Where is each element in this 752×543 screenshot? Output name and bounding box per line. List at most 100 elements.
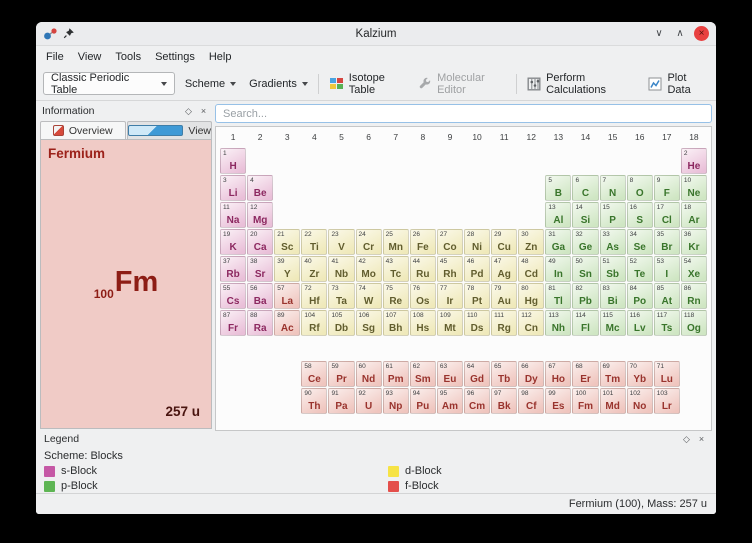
element-tile-Rf[interactable]: 104Rf [301, 310, 327, 336]
element-tile-Bk[interactable]: 97Bk [491, 388, 517, 414]
title-bar[interactable]: Kalzium ∨ ∧ × [36, 22, 716, 46]
element-tile-V[interactable]: 23V [328, 229, 354, 255]
element-tile-Ag[interactable]: 47Ag [491, 256, 517, 282]
dock-float-icon[interactable]: ◇ [182, 105, 195, 118]
element-tile-Zr[interactable]: 40Zr [301, 256, 327, 282]
element-tile-Nb[interactable]: 41Nb [328, 256, 354, 282]
element-tile-Mc[interactable]: 115Mc [600, 310, 626, 336]
element-tile-Pd[interactable]: 46Pd [464, 256, 490, 282]
element-tile-Rn[interactable]: 86Rn [681, 283, 707, 309]
element-tile-Be[interactable]: 4Be [247, 175, 273, 201]
element-tile-Hg[interactable]: 80Hg [518, 283, 544, 309]
element-tile-Hs[interactable]: 108Hs [410, 310, 436, 336]
element-tile-Md[interactable]: 101Md [600, 388, 626, 414]
search-input[interactable] [215, 104, 712, 123]
element-tile-Nh[interactable]: 113Nh [545, 310, 571, 336]
element-tile-In[interactable]: 49In [545, 256, 571, 282]
element-tile-Sm[interactable]: 62Sm [410, 361, 436, 387]
element-tile-Os[interactable]: 76Os [410, 283, 436, 309]
element-tile-N[interactable]: 7N [600, 175, 626, 201]
legend-close-icon[interactable]: × [695, 433, 708, 446]
element-tile-Hf[interactable]: 72Hf [301, 283, 327, 309]
element-tile-Al[interactable]: 13Al [545, 202, 571, 228]
element-tile-Pa[interactable]: 91Pa [328, 388, 354, 414]
element-tile-Ts[interactable]: 117Ts [654, 310, 680, 336]
element-tile-I[interactable]: 53I [654, 256, 680, 282]
element-tile-Mg[interactable]: 12Mg [247, 202, 273, 228]
element-tile-Ru[interactable]: 44Ru [410, 256, 436, 282]
element-tile-K[interactable]: 19K [220, 229, 246, 255]
element-tile-Pu[interactable]: 94Pu [410, 388, 436, 414]
element-tile-Ca[interactable]: 20Ca [247, 229, 273, 255]
element-tile-Cm[interactable]: 96Cm [464, 388, 490, 414]
element-tile-Rh[interactable]: 45Rh [437, 256, 463, 282]
element-tile-Li[interactable]: 3Li [220, 175, 246, 201]
gradients-dropdown[interactable]: Gradients [246, 72, 311, 96]
element-tile-U[interactable]: 92U [356, 388, 382, 414]
element-tile-Pt[interactable]: 78Pt [464, 283, 490, 309]
element-tile-Te[interactable]: 52Te [627, 256, 653, 282]
element-tile-Ga[interactable]: 31Ga [545, 229, 571, 255]
element-tile-Br[interactable]: 35Br [654, 229, 680, 255]
element-tile-Tb[interactable]: 65Tb [491, 361, 517, 387]
element-tile-Sn[interactable]: 50Sn [572, 256, 598, 282]
element-tile-Si[interactable]: 14Si [572, 202, 598, 228]
element-tile-Re[interactable]: 75Re [383, 283, 409, 309]
element-tile-Bh[interactable]: 107Bh [383, 310, 409, 336]
element-tile-Og[interactable]: 118Og [681, 310, 707, 336]
element-tile-Au[interactable]: 79Au [491, 283, 517, 309]
element-tile-B[interactable]: 5B [545, 175, 571, 201]
menu-item-view[interactable]: View [71, 49, 109, 65]
element-tile-Es[interactable]: 99Es [545, 388, 571, 414]
tab-view[interactable]: View [127, 121, 213, 139]
element-tile-Mt[interactable]: 109Mt [437, 310, 463, 336]
element-tile-Ds[interactable]: 110Ds [464, 310, 490, 336]
element-tile-Ho[interactable]: 67Ho [545, 361, 571, 387]
minimize-button[interactable]: ∨ [651, 26, 667, 42]
element-tile-Pm[interactable]: 61Pm [383, 361, 409, 387]
element-tile-S[interactable]: 16S [627, 202, 653, 228]
legend-float-icon[interactable]: ◇ [680, 433, 693, 446]
element-tile-Ta[interactable]: 73Ta [328, 283, 354, 309]
element-tile-Cu[interactable]: 29Cu [491, 229, 517, 255]
element-tile-Pr[interactable]: 59Pr [328, 361, 354, 387]
element-tile-Ar[interactable]: 18Ar [681, 202, 707, 228]
element-tile-Th[interactable]: 90Th [301, 388, 327, 414]
element-tile-Cd[interactable]: 48Cd [518, 256, 544, 282]
element-tile-Sc[interactable]: 21Sc [274, 229, 300, 255]
menu-item-help[interactable]: Help [202, 49, 239, 65]
element-tile-Kr[interactable]: 36Kr [681, 229, 707, 255]
element-tile-At[interactable]: 85At [654, 283, 680, 309]
element-tile-Cl[interactable]: 17Cl [654, 202, 680, 228]
element-tile-Cf[interactable]: 98Cf [518, 388, 544, 414]
menu-item-settings[interactable]: Settings [148, 49, 202, 65]
element-tile-Zn[interactable]: 30Zn [518, 229, 544, 255]
element-tile-Ge[interactable]: 32Ge [572, 229, 598, 255]
element-tile-Rg[interactable]: 111Rg [491, 310, 517, 336]
element-tile-Ni[interactable]: 28Ni [464, 229, 490, 255]
element-tile-Cr[interactable]: 24Cr [356, 229, 382, 255]
element-tile-Bi[interactable]: 83Bi [600, 283, 626, 309]
element-tile-Na[interactable]: 11Na [220, 202, 246, 228]
element-tile-Mn[interactable]: 25Mn [383, 229, 409, 255]
element-tile-Rb[interactable]: 37Rb [220, 256, 246, 282]
element-tile-Fe[interactable]: 26Fe [410, 229, 436, 255]
element-tile-Lr[interactable]: 103Lr [654, 388, 680, 414]
element-tile-La[interactable]: 57La [274, 283, 300, 309]
close-button[interactable]: × [694, 26, 709, 41]
perform-calculations-button[interactable]: Perform Calculations [524, 71, 638, 97]
plot-data-button[interactable]: Plot Data [645, 71, 709, 97]
element-tile-Yb[interactable]: 70Yb [627, 361, 653, 387]
element-tile-Xe[interactable]: 54Xe [681, 256, 707, 282]
element-tile-Np[interactable]: 93Np [383, 388, 409, 414]
tab-overview[interactable]: Overview [40, 121, 126, 139]
element-tile-Db[interactable]: 105Db [328, 310, 354, 336]
element-tile-Ce[interactable]: 58Ce [301, 361, 327, 387]
element-tile-Am[interactable]: 95Am [437, 388, 463, 414]
element-tile-Ba[interactable]: 56Ba [247, 283, 273, 309]
element-tile-Lv[interactable]: 116Lv [627, 310, 653, 336]
element-tile-Nd[interactable]: 60Nd [356, 361, 382, 387]
menu-item-tools[interactable]: Tools [108, 49, 148, 65]
table-type-select[interactable]: Classic Periodic Table [43, 72, 175, 95]
element-tile-Gd[interactable]: 64Gd [464, 361, 490, 387]
